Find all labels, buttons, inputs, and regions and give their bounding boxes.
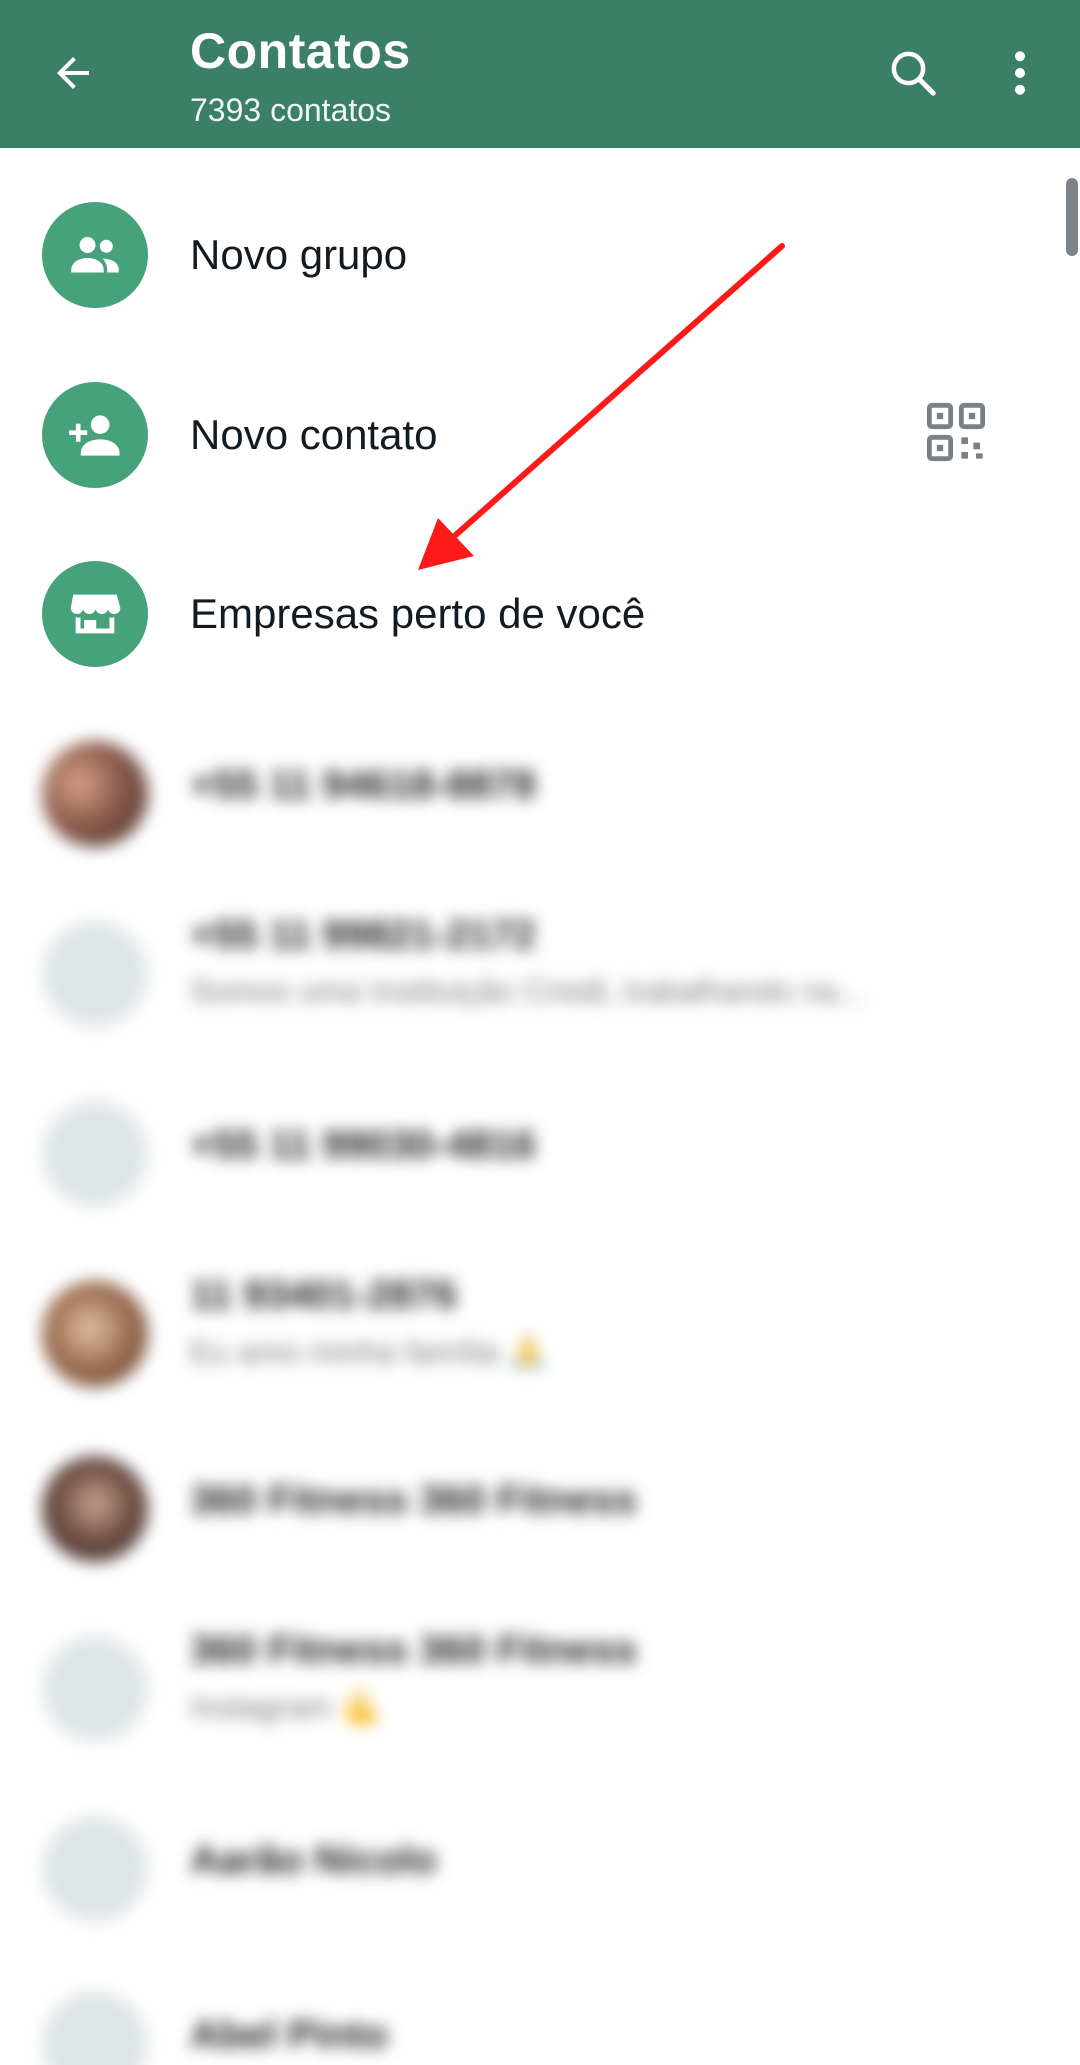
qr-code-button[interactable] xyxy=(924,400,988,464)
list-item[interactable]: +55 11 99030-4816 xyxy=(0,1075,1080,1235)
back-button[interactable] xyxy=(40,40,106,106)
contact-status: Instagram 💪 xyxy=(190,1689,382,1725)
contact-name: 360 Fitness 360 Fitness xyxy=(190,1628,637,1672)
contact-name: +55 11 94618-8878 xyxy=(190,763,536,807)
contact-name: Aarão Nicolo xyxy=(190,1838,437,1882)
list-item[interactable]: 360 Fitness 360 Fitness xyxy=(0,1430,1080,1590)
new-contact-label: Novo contato xyxy=(190,411,438,458)
qr-code-icon xyxy=(926,402,986,462)
list-item[interactable]: Aarão Nicolo xyxy=(0,1790,1080,1950)
group-avatar xyxy=(42,202,148,308)
avatar xyxy=(42,1991,148,2065)
contact-name: 360 Fitness 360 Fitness xyxy=(190,1478,637,1522)
list-item[interactable]: +55 11 99821-2172 Somos uma Instituição … xyxy=(0,895,1080,1055)
avatar xyxy=(42,1816,148,1922)
nearby-businesses-row[interactable]: Empresas perto de você xyxy=(0,535,1080,695)
contact-status: Eu amo minha família 🙏 xyxy=(190,1334,549,1370)
avatar xyxy=(42,1101,148,1207)
avatar xyxy=(42,1281,148,1387)
list-item[interactable]: 11 93401-2876 Eu amo minha família 🙏 xyxy=(0,1255,1080,1415)
page-title: Contatos xyxy=(190,23,411,79)
contact-name: +55 11 99821-2172 xyxy=(190,913,536,957)
add-person-icon xyxy=(69,415,120,456)
store-avatar xyxy=(42,561,148,667)
avatar xyxy=(42,921,148,1027)
avatar xyxy=(42,741,148,847)
more-vertical-icon xyxy=(1014,51,1026,95)
contact-name: Abel Pinto xyxy=(190,2013,388,2057)
store-icon xyxy=(70,594,121,634)
contact-name: +55 11 99030-4816 xyxy=(190,1123,536,1167)
search-button[interactable] xyxy=(880,40,946,106)
search-icon xyxy=(891,51,936,96)
contacts-count: 7393 contatos xyxy=(190,92,392,128)
group-icon xyxy=(71,237,119,273)
list-item[interactable]: +55 11 94618-8878 xyxy=(0,715,1080,875)
contact-status: Somos uma Instituição Cristã, trabalhand… xyxy=(190,973,865,1009)
avatar xyxy=(42,1636,148,1742)
app-bar: Contatos 7393 contatos xyxy=(0,0,1080,148)
list-item[interactable]: 360 Fitness 360 Fitness Instagram 💪 xyxy=(0,1610,1080,1770)
new-group-row[interactable]: Novo grupo xyxy=(0,176,1080,336)
nearby-businesses-label: Empresas perto de você xyxy=(190,590,646,637)
list-item[interactable]: Abel Pinto xyxy=(0,1965,1080,2065)
more-options-button[interactable] xyxy=(990,40,1050,106)
contact-name: 11 93401-2876 xyxy=(190,1273,457,1317)
add-contact-avatar xyxy=(42,382,148,488)
new-contact-row[interactable]: Novo contato xyxy=(0,356,1080,516)
new-group-label: Novo grupo xyxy=(190,231,408,278)
avatar xyxy=(42,1456,148,1562)
arrow-left-icon xyxy=(57,57,89,89)
